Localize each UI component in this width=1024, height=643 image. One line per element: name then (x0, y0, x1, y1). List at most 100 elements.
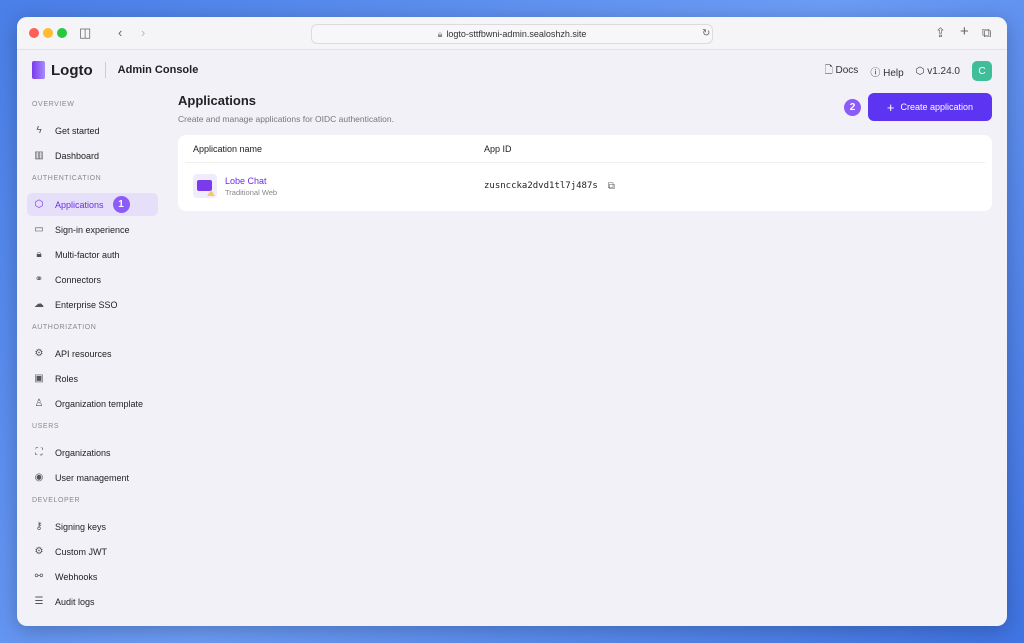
version-link[interactable]: ⬡ v1.24.0 (916, 66, 960, 77)
sidebar-item-label: Sign-in experience (55, 224, 130, 235)
nav-icon: ϟ (36, 125, 42, 136)
column-application-name: Application name (193, 143, 263, 154)
sidebar-item-connectors[interactable]: ⚭ Connectors (27, 268, 158, 291)
sidebar-item-label: Connectors (55, 274, 102, 285)
nav-icon: ▣ (34, 373, 44, 384)
sidebar-item-label: Applications (55, 199, 104, 210)
nav-icon: ⚷ (35, 521, 43, 532)
nav-icon: ⚯ (34, 571, 44, 582)
url-text: logto-sttfbwni-admin.sealoshzh.site (446, 29, 587, 39)
cube-icon: ⬡ (915, 65, 928, 77)
sidebar-item-label: Roles (55, 373, 79, 384)
sidebar-item-label: User management (55, 472, 130, 483)
sidebar-item-label: Organization template (55, 398, 144, 409)
applications-table: Application name App ID Lobe Chat Traditio… (178, 135, 992, 211)
nav-icon: ⚙ (34, 546, 44, 557)
document-icon: 🗋 (824, 64, 836, 76)
sidebar-item-label: Organizations (55, 447, 111, 458)
sidebar-item-api-resources[interactable]: ⚙ API resources (27, 342, 158, 365)
avatar[interactable]: C (972, 61, 992, 81)
tabs-overview-icon[interactable]: ⧉ (982, 26, 991, 40)
sidebar-item-label: Get started (55, 125, 100, 136)
help-label: Help (883, 67, 904, 79)
nav-icon: ⚭ (34, 274, 44, 285)
nav-icon: ▥ (34, 150, 44, 161)
app-name[interactable]: Lobe Chat (225, 176, 277, 186)
lock-icon: 🔒︎ (437, 28, 443, 39)
main-content: Applications Create and manage applicati… (178, 91, 992, 211)
nav-icon: ⚙ (34, 348, 44, 359)
sidebar-item-signing-keys[interactable]: ⚷ Signing keys (27, 515, 158, 538)
step-badge: 2 (844, 98, 861, 116)
nav-icon: ▭ (34, 224, 44, 235)
nav-icon: 🔒︎ (36, 249, 42, 260)
logo-text: Logto (51, 61, 93, 79)
docs-label: Docs (835, 64, 859, 76)
step-badge: 1 (112, 196, 130, 213)
sidebar-item-multi-factor-auth[interactable]: 🔒︎ Multi-factor auth (27, 243, 158, 266)
app-header: Logto Admin Console 🗋 Docs ⓘ Help ⬡ v1.24… (17, 50, 1007, 90)
address-bar[interactable]: 🔒︎ logto-sttfbwni-admin.sealoshzh.site (311, 24, 713, 44)
share-icon[interactable]: ⇪ (935, 26, 946, 40)
sidebar-item-organization-template[interactable]: ♙ Organization template (27, 392, 158, 415)
back-icon[interactable]: ‹ (118, 26, 122, 40)
sidebar-item-label: Enterprise SSO (55, 299, 118, 310)
copy-icon[interactable]: ⧉ (608, 181, 615, 192)
sidebar-item-label: Signing keys (55, 521, 107, 532)
zoom-window-button[interactable] (57, 28, 67, 38)
sidebar-toggle-icon[interactable]: ◫ (79, 26, 91, 40)
app-type: Traditional Web (225, 187, 278, 197)
column-app-id: App ID (484, 143, 512, 154)
traditional-web-app-icon (193, 174, 217, 198)
minimize-window-button[interactable] (43, 28, 53, 38)
section-title: USERS (32, 423, 60, 430)
sidebar-item-label: Multi-factor auth (55, 249, 120, 260)
logto-logo-icon (32, 61, 45, 79)
nav-icon: ⬡ (34, 199, 44, 210)
sidebar-item-user-management[interactable]: ◉ User management (27, 466, 158, 489)
sidebar-item-enterprise-sso[interactable]: ☁ Enterprise SSO (27, 293, 158, 316)
nav-icon: ☁ (34, 299, 44, 310)
browser-toolbar: ◫ ‹ › 🔒︎ logto-sttfbwni-admin.sealoshzh.s… (17, 17, 1007, 50)
close-window-button[interactable] (29, 28, 39, 38)
sidebar-item-custom-jwt[interactable]: ⚙ Custom JWT (27, 540, 158, 563)
section-title: AUTHORIZATION (32, 324, 97, 331)
nav-icon: ⛶ (35, 447, 43, 458)
sidebar-item-roles[interactable]: ▣ Roles (27, 367, 158, 390)
logo[interactable]: Logto Admin Console (32, 61, 198, 79)
table-row[interactable]: Lobe Chat Traditional Web zusnccka2dvd1tl… (185, 163, 985, 209)
app-id: zusnccka2dvd1tl7j487s (484, 181, 598, 191)
create-application-button[interactable]: + Create application (868, 93, 992, 121)
sidebar: OVERVIEW ϟ Get started ▥ Dashboard AUTHENTICA… (27, 95, 158, 615)
help-icon: ⓘ (870, 67, 884, 79)
create-label: Create application (900, 102, 974, 112)
table-header: Application name App ID (185, 135, 985, 163)
sidebar-item-label: Webhooks (55, 571, 98, 582)
console-title: Admin Console (117, 64, 199, 76)
reload-icon[interactable]: ↻ (702, 27, 710, 41)
sidebar-item-get-started[interactable]: ϟ Get started (27, 119, 158, 142)
sidebar-item-webhooks[interactable]: ⚯ Webhooks (27, 565, 158, 588)
version-label: v1.24.0 (927, 65, 960, 77)
sidebar-item-applications[interactable]: ⬡ Applications 1 (27, 193, 158, 216)
divider (104, 62, 106, 78)
sidebar-item-label: API resources (55, 348, 112, 359)
sidebar-item-label: Audit logs (55, 596, 95, 607)
docs-link[interactable]: 🗋 Docs (825, 63, 859, 80)
forward-icon[interactable]: › (141, 26, 145, 40)
nav-icon: ◉ (34, 472, 44, 483)
plus-icon: + (886, 99, 895, 115)
nav-icon: ☰ (34, 596, 44, 607)
sidebar-item-audit-logs[interactable]: ☰ Audit logs (27, 590, 158, 613)
sidebar-item-sign-in-experience[interactable]: ▭ Sign-in experience (27, 218, 158, 241)
help-link[interactable]: ⓘ Help (870, 64, 903, 79)
browser-window: ◫ ‹ › 🔒︎ logto-sttfbwni-admin.sealoshzh.s… (17, 17, 1007, 626)
section-title: OVERVIEW (32, 101, 75, 108)
sidebar-item-dashboard[interactable]: ▥ Dashboard (27, 144, 158, 167)
sidebar-item-label: Custom JWT (55, 546, 108, 557)
nav-icon: ♙ (34, 398, 44, 409)
section-title: AUTHENTICATION (32, 175, 102, 182)
sidebar-item-organizations[interactable]: ⛶ Organizations (27, 441, 158, 464)
section-title: DEVELOPER (32, 497, 81, 504)
new-tab-icon[interactable]: + (960, 24, 969, 39)
